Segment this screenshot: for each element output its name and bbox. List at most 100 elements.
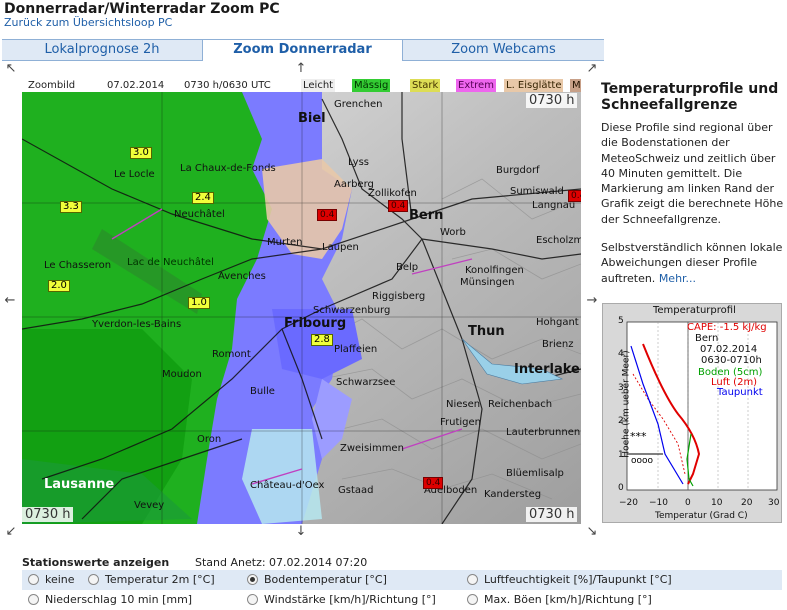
profile-xlabel: Temperatur (Grad C) — [655, 511, 748, 521]
profile-rain-symbol: oooo — [631, 456, 654, 466]
radio-windstaerke[interactable]: Windstärke [km/h]/Richtung [°] — [247, 593, 436, 606]
city-label: Niesen — [446, 399, 481, 410]
profile-xtick: −10 — [649, 498, 668, 508]
city-label: La Chaux-de-Fonds — [180, 163, 276, 174]
profile-xtick: 10 — [711, 498, 723, 508]
city-label: Bern — [409, 208, 444, 223]
profile-ytick: 5 — [618, 316, 624, 326]
pan-south-arrow[interactable]: ↓ — [294, 525, 308, 539]
city-label: Hohgant — [536, 317, 579, 328]
pan-southwest-arrow[interactable]: ↙ — [4, 525, 18, 539]
city-label: Konolfingen — [465, 265, 524, 276]
pan-north-arrow[interactable]: ↑ — [294, 62, 308, 76]
info-description: Diese Profile sind regional über die Bod… — [601, 121, 784, 226]
radio-luftfeuchtigkeit[interactable]: Luftfeuchtigkeit [%]/Taupunkt [°C] — [467, 573, 672, 586]
back-to-overview-link[interactable]: Zurück zum Übersichtsloop PC — [4, 16, 172, 29]
radio-label: Luftfeuchtigkeit [%]/Taupunkt [°C] — [484, 573, 672, 586]
radio-label: keine — [45, 573, 75, 586]
city-label: Bulle — [250, 386, 275, 397]
station-heading: Stationswerte anzeigen — [22, 556, 170, 569]
time-badge-bottom-left: 0730 h — [22, 507, 74, 522]
radio-dot-selected[interactable] — [247, 574, 258, 585]
city-label: Interlaken — [514, 362, 581, 377]
city-label: Biel — [298, 111, 326, 126]
profile-ytick: 2 — [618, 416, 624, 426]
city-label: Vevey — [134, 500, 165, 511]
radio-bodentemperatur[interactable]: Bodentemperatur [°C] — [247, 573, 387, 586]
city-label: Grenchen — [334, 99, 383, 110]
city-label: Gstaad — [338, 485, 374, 496]
legend-extrem: Extrem — [456, 79, 496, 92]
radio-temperatur-2m[interactable]: Temperatur 2m [°C] — [88, 573, 215, 586]
city-label: Oron — [197, 434, 222, 445]
radio-label: Temperatur 2m [°C] — [105, 573, 215, 586]
snow-line-marker: 2.8 — [311, 334, 333, 346]
city-label: Laupen — [322, 242, 359, 253]
map-date: 07.02.2014 — [107, 80, 165, 91]
pan-west-arrow[interactable]: ← — [3, 294, 17, 308]
profile-xtick: 30 — [768, 498, 780, 508]
profile-ylabel: Hoehe (km ueber Meer) — [621, 350, 632, 458]
red-station-marker: 0.4 — [423, 477, 444, 489]
tab-zoom-donnerradar[interactable]: Zoom Donnerradar — [202, 39, 403, 61]
radio-dot[interactable] — [28, 574, 39, 585]
city-label: Schwarzenburg — [313, 305, 391, 316]
pan-northwest-arrow[interactable]: ↖ — [4, 62, 18, 76]
city-label: Thun — [468, 324, 505, 339]
profile-ytick: 1 — [618, 450, 624, 460]
city-label: Frutigen — [440, 417, 482, 428]
pan-southeast-arrow[interactable]: ↘ — [585, 525, 599, 539]
legend-eisglaette: L. Eisglätte — [504, 79, 564, 92]
map-header-bar: Zoombild 07.02.2014 0730 h/0630 UTC Leic… — [22, 79, 581, 92]
city-label: Lac de Neuchâtel — [127, 257, 214, 268]
station-options-row-2: Niederschlag 10 min [mm] Windstärke [km/… — [22, 590, 782, 610]
city-label: Reichenbach — [488, 399, 553, 410]
radio-keine[interactable]: keine — [28, 573, 75, 586]
pan-northeast-arrow[interactable]: ↗ — [585, 62, 599, 76]
station-stand-time: Stand Anetz: 07.02.2014 07:20 — [195, 556, 368, 569]
tab-lokalprognose[interactable]: Lokalprognose 2h — [2, 39, 202, 61]
radio-dot[interactable] — [88, 574, 99, 585]
pan-east-arrow[interactable]: → — [585, 294, 599, 308]
city-label: Lyss — [348, 157, 369, 168]
city-label: Lauterbrunnen — [506, 427, 581, 438]
radio-dot[interactable] — [28, 594, 39, 605]
city-label: Kandersteg — [484, 489, 542, 500]
radio-niederschlag[interactable]: Niederschlag 10 min [mm] — [28, 593, 192, 606]
legend-m: M — [570, 79, 581, 92]
city-label: Belp — [396, 262, 419, 273]
temperature-profile-chart: Temperaturprofil CAPE: -1.5 kJ/kg Bern 0… — [602, 303, 782, 523]
snow-line-marker: 1.0 — [188, 297, 210, 309]
radio-max-boeen[interactable]: Max. Böen [km/h]/Richtung [°] — [467, 593, 652, 606]
city-label: Schwarzsee — [336, 377, 396, 388]
info-note: Selbstverständlich können lokale Abweich… — [601, 240, 784, 286]
snow-line-marker: 3.0 — [130, 147, 152, 159]
city-label: Plaffeien — [334, 344, 378, 355]
tab-zoom-webcams[interactable]: Zoom Webcams — [403, 39, 604, 61]
radio-dot[interactable] — [467, 574, 478, 585]
radar-map[interactable]: Zoombild 07.02.2014 0730 h/0630 UTC Leic… — [22, 79, 581, 524]
profile-ytick: 4 — [618, 349, 624, 359]
city-label: Lausanne — [44, 477, 115, 492]
city-label: Riggisberg — [372, 291, 426, 302]
city-label: Münsingen — [460, 277, 515, 288]
radio-dot[interactable] — [247, 594, 258, 605]
city-label: Escholzmatt — [536, 235, 581, 246]
radio-dot[interactable] — [467, 594, 478, 605]
time-badge-top: 0730 h — [526, 93, 578, 108]
city-label: Avenches — [218, 271, 266, 282]
profile-cape: CAPE: -1.5 kJ/kg — [687, 322, 767, 333]
radio-label: Windstärke [km/h]/Richtung [°] — [264, 593, 436, 606]
city-label: Zollikofen — [368, 188, 417, 199]
red-station-marker: 0.4 — [317, 209, 338, 221]
snow-line-marker: 3.3 — [60, 201, 82, 213]
more-link[interactable]: Mehr... — [659, 272, 696, 285]
profile-date: 07.02.2014 — [700, 344, 758, 355]
city-label: Château-d'Oex — [250, 480, 325, 491]
city-label: Brienz — [542, 339, 574, 350]
time-badge-bottom-right: 0730 h — [526, 507, 578, 522]
city-label: Blüemlisalp — [506, 468, 564, 479]
zoombild-label: Zoombild — [28, 80, 76, 91]
profile-xtick: −20 — [619, 498, 638, 508]
profile-title: Temperaturprofil — [653, 305, 736, 316]
